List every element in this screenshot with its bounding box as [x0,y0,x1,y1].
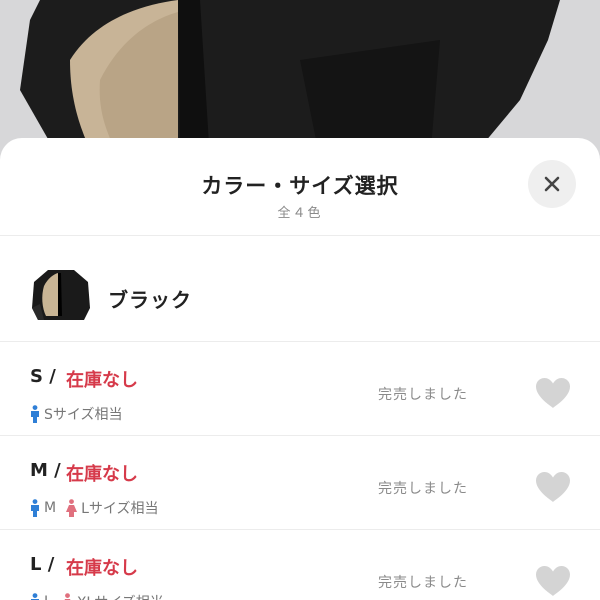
size-guide: Sサイズ相当 [30,404,132,424]
color-thumbnail [30,264,92,326]
stock-status: 在庫なし [66,370,138,391]
product-photo [0,0,600,160]
sold-out-label: 完売しました [378,575,468,591]
close-button[interactable] [528,160,576,208]
stock-status: 在庫なし [66,464,138,485]
size-guide-text: Sサイズ相当 [44,407,123,423]
close-icon [544,176,560,192]
color-option-black[interactable]: ブラック [0,236,600,342]
size-guide: M Lサイズ相当 [30,498,168,518]
sheet-header: カラー・サイズ選択 全４色 [0,138,600,236]
size-label: M / [30,460,61,481]
size-row-s[interactable]: S / 在庫なし Sサイズ相当 完売しました [0,342,600,436]
heart-icon[interactable] [534,470,572,504]
color-size-sheet: カラー・サイズ選択 全４色 ブラック S / 在庫なし Sサイズ相当 完売しまし… [0,138,600,600]
sold-out-label: 完売しました [378,481,468,497]
size-label: L / [30,554,55,575]
female-icon [66,499,78,517]
color-name: ブラック [108,288,192,312]
size-guide-text: XLサイズ相当 [77,592,164,600]
size-guide-text: Lサイズ相当 [81,501,159,517]
male-icon [31,593,39,600]
size-guide-text: M [44,500,57,516]
sold-out-label: 完売しました [378,387,468,403]
sheet-title: カラー・サイズ選択 [201,174,399,198]
female-icon [64,593,71,600]
size-row-l[interactable]: L / 在庫なし L XLサイズ相当 完売しました [0,530,600,600]
size-label: S / [30,366,56,387]
heart-icon[interactable] [534,564,572,598]
color-count: 全４色 [277,206,323,221]
stock-status: 在庫なし [66,558,138,579]
size-guide: L XLサイズ相当 [30,592,174,600]
male-icon [31,405,39,423]
male-icon [31,499,39,517]
heart-icon[interactable] [534,376,572,410]
size-guide-text: L [44,594,52,600]
size-row-m[interactable]: M / 在庫なし M Lサイズ相当 完売しました [0,436,600,530]
